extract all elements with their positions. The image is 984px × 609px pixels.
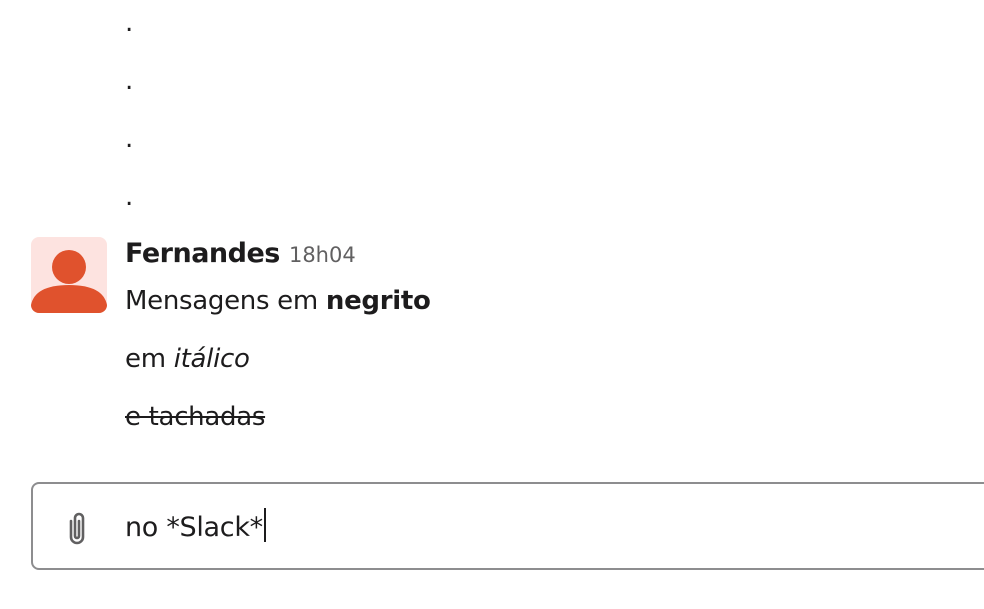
strikethrough-text: e tachadas [125, 402, 266, 432]
message-text: Mensagens em [125, 286, 326, 316]
message-line-italic: em itálico [125, 344, 250, 374]
sender-name[interactable]: Fernandes [125, 238, 280, 269]
message-input-value: no *Slack* [125, 512, 263, 543]
message-input[interactable]: no *Slack* [125, 508, 266, 548]
history-dot: . [125, 124, 134, 154]
message-composer[interactable]: no *Slack* [31, 482, 984, 570]
user-silhouette-icon [31, 250, 107, 313]
message-text: em [125, 344, 174, 374]
paperclip-icon [69, 512, 85, 545]
bold-text: negrito [325, 286, 431, 316]
history-dot: . [125, 182, 134, 212]
message-line-bold: Mensagens em negrito [125, 286, 431, 316]
avatar[interactable] [31, 237, 107, 313]
history-dot: . [125, 8, 134, 38]
message-timestamp[interactable]: 18h04 [289, 243, 356, 267]
history-dot: . [125, 66, 134, 96]
message-line-strike: e tachadas [125, 402, 265, 432]
text-caret [263, 508, 266, 542]
message-header: Fernandes 18h04 [125, 238, 356, 269]
attach-button[interactable] [57, 506, 97, 550]
italic-text: itálico [173, 344, 250, 374]
